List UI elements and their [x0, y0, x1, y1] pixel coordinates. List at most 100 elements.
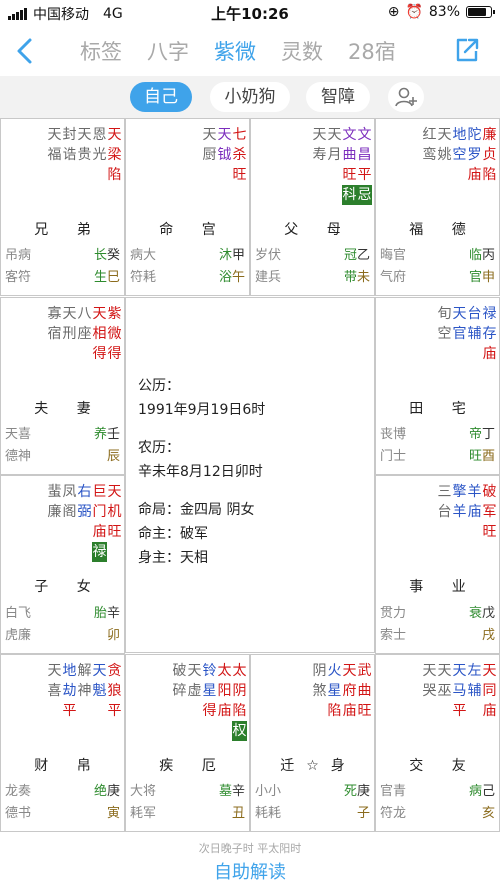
palace-p3[interactable]: 文昌平忌文曲旺科天月天寿父 母岁伏 建兵 冠乙 带未: [250, 118, 375, 296]
star[interactable]: 右弼: [77, 482, 92, 562]
star[interactable]: 天府庙: [342, 661, 357, 721]
star[interactable]: 台辅: [467, 304, 482, 364]
star[interactable]: 解神: [77, 661, 92, 721]
palace-p2[interactable]: 七杀旺天钺天厨命 宫病大 符耗 沐甲 浴午: [125, 118, 250, 296]
person-tabs-bar: 自己 小奶狗 智障: [0, 76, 500, 118]
star[interactable]: 阴煞: [312, 661, 327, 721]
spirit-label: 虎廉: [5, 628, 32, 643]
star[interactable]: 红鸾: [422, 125, 437, 185]
star[interactable]: 廉贞陷: [482, 125, 497, 185]
share-icon[interactable]: [454, 37, 480, 63]
star[interactable]: 天相得: [92, 304, 107, 364]
person-tab-2[interactable]: 小奶狗: [210, 82, 290, 112]
star[interactable]: 太阳庙: [217, 661, 232, 741]
star-glyph: 钺: [217, 147, 232, 163]
star[interactable]: 紫微得: [107, 304, 122, 364]
person-tab-3[interactable]: 智障: [306, 82, 370, 112]
palace-p10[interactable]: 太阴陷权太阳庙铃星得天虚破碎疾 厄大将 耗军 墓辛丑: [125, 654, 250, 832]
star[interactable]: 陀罗庙: [467, 125, 482, 185]
star[interactable]: 天寿: [312, 125, 327, 205]
star[interactable]: 寡宿: [47, 304, 62, 364]
star[interactable]: 天钺: [217, 125, 232, 185]
palace-spirits: 丧博 门士: [380, 424, 406, 468]
star[interactable]: 天虚: [187, 661, 202, 741]
status-right: ⊕ ⏰ 83%: [388, 4, 495, 20]
solar-date: 1991年9月19日6时: [138, 402, 266, 418]
tab-numerology[interactable]: 灵数: [281, 36, 323, 66]
star[interactable]: 擎羊: [452, 482, 467, 542]
palace-p5[interactable]: 紫微得天相得八座天刑寡宿夫 妻天喜 德神 养壬辰: [0, 297, 125, 475]
tab-28-mansions[interactable]: 28宿: [348, 36, 396, 66]
star[interactable]: 恩光: [92, 125, 107, 185]
star[interactable]: 蜚廉: [47, 482, 62, 562]
spirit-label: 岁伏: [255, 248, 282, 263]
star[interactable]: 天机旺: [107, 482, 122, 562]
palace-stem-branch: 胎辛卯: [94, 603, 120, 647]
star[interactable]: 天魁: [92, 661, 107, 721]
star-glyph: 姚: [437, 147, 452, 163]
star[interactable]: 左辅: [467, 661, 482, 721]
star[interactable]: 天喜: [47, 661, 62, 721]
chevron-left-icon[interactable]: [10, 34, 42, 68]
lunar-label: 农历：: [138, 440, 180, 456]
add-person-button[interactable]: [388, 82, 424, 112]
star[interactable]: 旬空: [437, 304, 452, 364]
palace-p8[interactable]: 破军旺羊庙擎羊三台事 业贯力 索士 衰戊戌: [375, 475, 500, 654]
palace-p4[interactable]: 廉贞陷陀罗庙地空天姚红鸾福 德晦官 气府 临丙 官申: [375, 118, 500, 296]
star[interactable]: 文曲旺科: [342, 125, 357, 205]
star[interactable]: 羊庙: [467, 482, 482, 542]
star[interactable]: 天姚: [437, 125, 452, 185]
star[interactable]: 天官: [452, 304, 467, 364]
star-glyph: 天: [187, 663, 202, 679]
palace-p1[interactable]: 天梁陷恩光天贵封诰天福兄 弟吊病 客符 长癸 生巳: [0, 118, 125, 296]
star[interactable]: 凤阁: [62, 482, 77, 562]
person-tab-self[interactable]: 自己: [130, 82, 192, 112]
star[interactable]: 八座: [77, 304, 92, 364]
life-stage: 临: [468, 248, 482, 263]
star[interactable]: 禄存庙: [482, 304, 497, 364]
star[interactable]: 贪狼平: [107, 661, 122, 721]
star-glyph: 月: [327, 147, 342, 163]
tab-tags[interactable]: 标签: [80, 36, 122, 66]
star[interactable]: 文昌平忌: [357, 125, 372, 205]
star[interactable]: 破军旺: [482, 482, 497, 542]
star[interactable]: 铃星得: [202, 661, 217, 741]
star[interactable]: 天刑: [62, 304, 77, 364]
star[interactable]: 天同庙: [482, 661, 497, 721]
life-stage: 浴: [218, 270, 232, 285]
earthly-branch: 子: [356, 806, 370, 821]
star-glyph: 陀: [467, 127, 482, 143]
star[interactable]: 地劫平: [62, 661, 77, 721]
palace-p7[interactable]: 天机旺巨门庙禄右弼凤阁蜚廉子 女白飞 虎廉 胎辛卯: [0, 475, 125, 654]
palace-p6[interactable]: 禄存庙台辅天官旬空田 宅丧博 门士 帝丁 旺酉: [375, 297, 500, 475]
ming-label: 命主：: [138, 526, 180, 542]
alarm-icon: ⏰: [405, 4, 423, 20]
star[interactable]: 三台: [437, 482, 452, 542]
star[interactable]: 天福: [47, 125, 62, 185]
star[interactable]: 天梁陷: [107, 125, 122, 185]
star-list: 武曲旺天府庙火星陷阴煞: [312, 661, 372, 721]
star[interactable]: 火星陷: [327, 661, 342, 721]
star[interactable]: 天贵: [77, 125, 92, 185]
tab-bazi[interactable]: 八字: [147, 36, 189, 66]
spirit-label: 天喜: [5, 427, 32, 442]
star[interactable]: 破碎: [172, 661, 187, 741]
star[interactable]: 武曲旺: [357, 661, 372, 721]
star[interactable]: 天月: [327, 125, 342, 205]
star[interactable]: 天马平: [452, 661, 467, 721]
star[interactable]: 巨门庙禄: [92, 482, 107, 562]
life-stage: 胎: [93, 606, 107, 621]
palace-p11[interactable]: 武曲旺天府庙火星陷阴煞迁☆身 小小 耗耗 死庚子: [250, 654, 375, 832]
star-glyph: 破: [482, 484, 497, 500]
star[interactable]: 天厨: [202, 125, 217, 185]
self-interpret-button[interactable]: 自助解读: [0, 858, 500, 884]
star[interactable]: 七杀旺: [232, 125, 247, 185]
star[interactable]: 封诰: [62, 125, 77, 185]
star[interactable]: 地空: [452, 125, 467, 185]
tab-ziwei[interactable]: 紫微: [214, 36, 256, 66]
palace-p12[interactable]: 天同庙左辅天马平天巫天哭交 友官青 符龙 病己亥: [375, 654, 500, 832]
palace-p9[interactable]: 贪狼平天魁解神地劫平天喜财 帛龙奏 德书 绝庚寅: [0, 654, 125, 832]
star[interactable]: 天巫: [437, 661, 452, 721]
star[interactable]: 天哭: [422, 661, 437, 721]
star[interactable]: 太阴陷权: [232, 661, 247, 741]
